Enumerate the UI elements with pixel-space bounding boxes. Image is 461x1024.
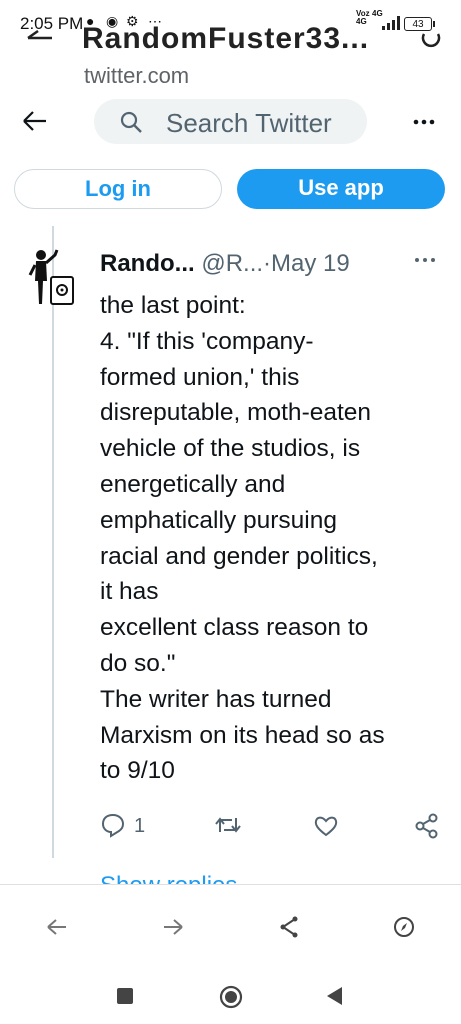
more-icon[interactable] [412, 114, 436, 130]
page-title: RandomFuster33... [82, 24, 370, 50]
tweet-line: disreputable, moth-eaten [100, 399, 372, 427]
tweet-line: emphatically pursuing [100, 506, 337, 534]
back-arrow-icon[interactable] [26, 30, 54, 50]
like-icon [314, 816, 338, 837]
reply-button[interactable] [100, 812, 126, 838]
share-button[interactable] [414, 813, 440, 839]
browser-toolbar [0, 884, 461, 973]
search-icon [120, 111, 142, 133]
tweet-line: Marxism on its head so as [100, 721, 385, 749]
tweet-more-icon[interactable] [414, 256, 436, 264]
system-navbar [0, 972, 461, 1024]
home-icon[interactable] [219, 985, 243, 1009]
tweet-line: do so." [100, 649, 176, 677]
recents-icon[interactable] [116, 987, 134, 1005]
author-name[interactable]: Rando... [100, 250, 195, 277]
thread-line [52, 226, 54, 858]
tweet-line: to 9/10 [100, 757, 175, 785]
date-separator: · [263, 250, 272, 277]
page-url: twitter.com [84, 63, 190, 88]
share-toolbar-icon[interactable] [278, 916, 300, 938]
reply-count: 1 [134, 815, 146, 837]
signal-icon [382, 16, 400, 30]
tweet-line: vehicle of the studios, is [100, 435, 361, 463]
tweet-line: The writer has turned [100, 685, 332, 713]
search-placeholder: Search Twitter [166, 108, 332, 138]
compass-icon[interactable] [393, 916, 415, 938]
battery-icon: 43 [404, 17, 435, 31]
search-input[interactable]: Search Twitter [94, 99, 367, 144]
like-button[interactable] [313, 814, 339, 838]
share-icon [415, 813, 438, 839]
tweet-line: the last point: [100, 292, 246, 319]
tweet-line: formed union,' this [100, 363, 300, 391]
tweet-line: 4. "If this 'company- [100, 327, 314, 355]
login-button[interactable]: Log in [14, 169, 222, 209]
tweet-line: energetically and [100, 470, 286, 498]
retweet-button[interactable] [214, 814, 242, 836]
nav-back-icon[interactable] [46, 917, 68, 937]
tweet-date[interactable]: May 19 [271, 250, 350, 277]
nav-forward-icon[interactable] [162, 917, 184, 937]
twitter-back-icon[interactable] [22, 110, 48, 132]
tweet-line: racial and gender politics, [100, 542, 378, 570]
system-back-icon[interactable] [326, 986, 344, 1006]
reload-icon[interactable] [420, 30, 442, 52]
avatar[interactable] [27, 247, 77, 307]
tweet-line: excellent class reason to [100, 614, 369, 642]
tweet-text: the last point: 4. "If this 'company- fo… [100, 288, 450, 789]
tweet-actions: 1 [100, 810, 450, 842]
tweet-header: Rando... @R...·May 19 [100, 250, 350, 278]
reply-icon [101, 813, 125, 838]
author-handle[interactable]: @R... [201, 250, 263, 277]
use-app-button[interactable]: Use app [237, 169, 445, 209]
retweet-icon [215, 817, 241, 833]
tweet-line: it has [100, 578, 159, 606]
